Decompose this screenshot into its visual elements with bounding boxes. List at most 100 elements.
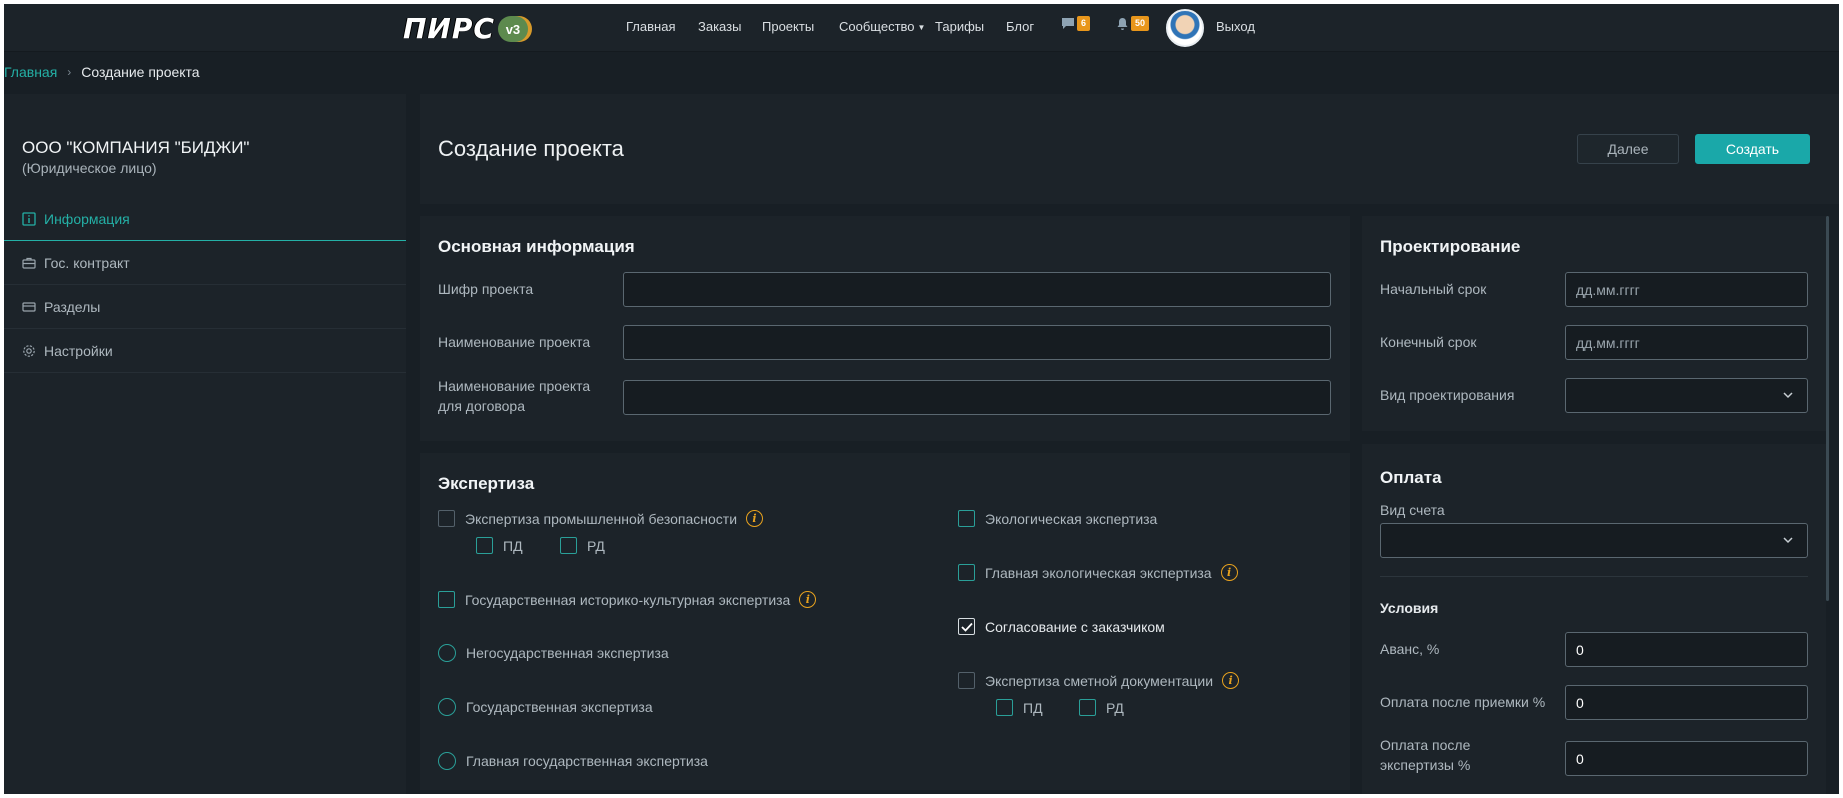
main-state-expertise-label: Главная государственная экспертиза [466, 753, 708, 769]
info-icon[interactable]: i [1220, 564, 1238, 581]
advance-input[interactable] [1565, 632, 1808, 667]
briefcase-icon [22, 256, 36, 270]
next-button[interactable]: Далее [1577, 134, 1679, 164]
nav-link-blog[interactable]: Блог [1006, 19, 1034, 34]
industrial-pd-label: ПД [503, 537, 523, 554]
contract-name-input[interactable] [623, 380, 1331, 415]
organization-type: (Юридическое лицо) [22, 160, 157, 176]
create-button[interactable]: Создать [1695, 134, 1810, 164]
project-name-input[interactable] [623, 325, 1331, 360]
expertise-title: Экспертиза [438, 474, 535, 493]
info-icon[interactable]: i [746, 510, 764, 527]
industrial-pd-checkbox[interactable] [476, 537, 493, 554]
customer-approval-row: Согласование с заказчиком [958, 618, 1165, 635]
payment-title: Оплата [1380, 468, 1442, 487]
logo-version-badge: v3 [497, 16, 528, 42]
nav-link-community-label: Сообщество [839, 19, 915, 34]
after-expertise-input[interactable] [1565, 741, 1808, 776]
nonstate-expertise-label: Негосударственная экспертиза [466, 645, 669, 661]
nav-link-orders[interactable]: Заказы [698, 19, 741, 34]
messages-button[interactable]: 6 [1061, 16, 1091, 31]
app-window: ПИРС v3 Главная Заказы Проекты Сообществ… [4, 4, 1839, 794]
state-expertise-radio[interactable] [438, 698, 456, 716]
start-date-input[interactable] [1565, 272, 1808, 307]
contract-name-label-line2: для договора [438, 398, 525, 414]
basic-info-panel: Основная информация Шифр проекта Наимено… [420, 216, 1350, 441]
ecological-expertise-label: Экологическая экспертиза [985, 510, 1158, 527]
nonstate-expertise-radio[interactable] [438, 644, 456, 662]
estimate-pd-checkbox[interactable] [996, 699, 1013, 716]
main-ecological-expertise-checkbox[interactable] [958, 564, 975, 581]
logo[interactable]: ПИРС v3 [403, 14, 528, 44]
industrial-safety-label: Экспертиза промышленной безопасности [465, 510, 738, 527]
customer-approval-label: Согласование с заказчиком [985, 618, 1165, 635]
estimate-expertise-label: Экспертиза сметной документации [985, 672, 1214, 689]
notifications-button[interactable]: 50 [1116, 16, 1150, 31]
logout-link[interactable]: Выход [1216, 19, 1255, 34]
sidebar-item-sections[interactable]: Разделы [4, 285, 406, 329]
after-expertise-label-line1: Оплата после [1380, 737, 1471, 753]
cipher-input[interactable] [623, 272, 1331, 307]
main-ecological-expertise-label: Главная экологическая экспертиза [985, 564, 1212, 581]
after-expertise-label-line2: экспертизы % [1380, 757, 1471, 773]
design-title: Проектирование [1380, 237, 1521, 256]
info-icon[interactable]: i [1222, 672, 1240, 689]
chevron-down-icon [1783, 392, 1793, 399]
end-date-label: Конечный срок [1380, 334, 1477, 350]
caret-down-icon: ▼ [917, 23, 926, 32]
ecological-expertise-checkbox[interactable] [958, 510, 975, 527]
after-acceptance-input[interactable] [1565, 685, 1808, 720]
state-expertise-label: Государственная экспертиза [466, 699, 653, 715]
chevron-right-icon: › [67, 65, 72, 79]
info-icon[interactable]: i [799, 591, 817, 608]
main-state-expertise-radio[interactable] [438, 752, 456, 770]
sidebar-item-information[interactable]: Информация [4, 197, 406, 241]
state-expertise-row: Государственная экспертиза [438, 698, 653, 716]
nav-link-home[interactable]: Главная [626, 19, 675, 34]
info-square-icon [22, 211, 36, 226]
invoice-type-select[interactable] [1380, 523, 1808, 558]
invoice-type-label: Вид счета [1380, 502, 1445, 518]
breadcrumb: Главная › Создание проекта [4, 64, 200, 80]
messages-count-badge: 6 [1077, 16, 1091, 31]
estimate-expertise-checkbox[interactable] [958, 672, 975, 689]
scrollbar[interactable] [1826, 216, 1829, 601]
estimate-pd-label: ПД [1023, 699, 1043, 716]
historical-expertise-checkbox[interactable] [438, 591, 455, 608]
industrial-pd-row: ПД [476, 537, 523, 554]
sidebar-item-gov-contract[interactable]: Гос. контракт [4, 241, 406, 285]
estimate-expertise-row: Экспертиза сметной документации i [958, 672, 1240, 689]
industrial-safety-checkbox[interactable] [438, 510, 455, 527]
customer-approval-checkbox[interactable] [958, 618, 975, 635]
end-date-input[interactable] [1565, 325, 1808, 360]
contract-name-label: Наименование проекта для договора [438, 376, 590, 416]
after-expertise-label: Оплата после экспертизы % [1380, 735, 1470, 775]
historical-expertise-row: Государственная историко-культурная эксп… [438, 591, 817, 608]
industrial-rd-checkbox[interactable] [560, 537, 577, 554]
chat-icon [1062, 18, 1074, 29]
nav-link-community[interactable]: Сообщество ▼ [839, 19, 925, 34]
divider [1380, 576, 1808, 577]
industrial-safety-expertise-row: Экспертиза промышленной безопасности i [438, 510, 764, 527]
breadcrumb-home[interactable]: Главная [4, 64, 57, 80]
design-panel: Проектирование Начальный срок Конечный с… [1362, 216, 1826, 431]
after-acceptance-label: Оплата после приемки % [1380, 694, 1546, 710]
nav-link-tariffs[interactable]: Тарифы [935, 19, 984, 34]
page-header-panel: Создание проекта Далее Создать [420, 94, 1839, 204]
design-type-label: Вид проектирования [1380, 387, 1515, 403]
nav-link-projects[interactable]: Проекты [762, 19, 814, 34]
estimate-rd-label: РД [1106, 699, 1124, 716]
estimate-rd-checkbox[interactable] [1079, 699, 1096, 716]
design-type-select[interactable] [1565, 378, 1808, 413]
project-name-label: Наименование проекта [438, 334, 591, 350]
checkmark-icon [960, 622, 973, 632]
user-avatar[interactable] [1166, 9, 1204, 47]
industrial-rd-label: РД [587, 537, 605, 554]
sidebar-item-settings[interactable]: Настройки [4, 329, 406, 373]
estimate-rd-row: РД [1079, 699, 1124, 716]
logo-text: ПИРС [403, 12, 495, 45]
conditions-title: Условия [1380, 600, 1439, 616]
page-title: Создание проекта [438, 136, 624, 161]
sidebar-item-label: Информация [44, 210, 130, 227]
advance-label: Аванс, % [1380, 641, 1440, 657]
